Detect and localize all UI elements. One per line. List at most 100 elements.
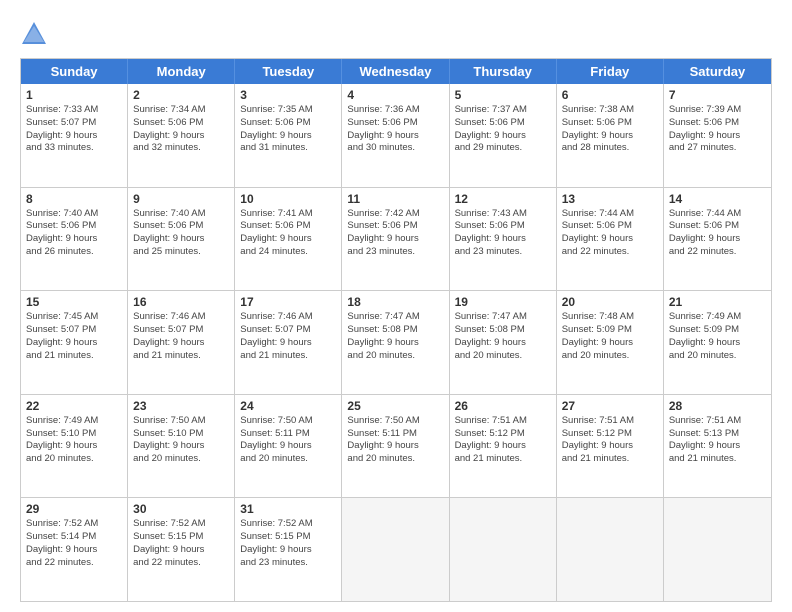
day-info-line: Sunrise: 7:43 AM [455,208,551,221]
day-info-line: Sunset: 5:15 PM [240,531,336,544]
day-info-line: and 23 minutes. [347,246,443,259]
logo-icon [20,20,48,48]
day-info-line: and 20 minutes. [26,453,122,466]
day-cell-14: 14Sunrise: 7:44 AMSunset: 5:06 PMDayligh… [664,188,771,291]
day-cell-4: 4Sunrise: 7:36 AMSunset: 5:06 PMDaylight… [342,84,449,187]
day-info-line: and 21 minutes. [562,453,658,466]
day-info-line: Sunrise: 7:46 AM [240,311,336,324]
day-info-line: Sunset: 5:10 PM [133,428,229,441]
day-number: 29 [26,502,122,516]
weekday-header-thursday: Thursday [450,59,557,84]
day-info-line: Sunrise: 7:33 AM [26,104,122,117]
day-info: Sunrise: 7:52 AMSunset: 5:14 PMDaylight:… [26,518,122,569]
day-info-line: Sunset: 5:07 PM [133,324,229,337]
day-number: 12 [455,192,551,206]
day-info-line: and 21 minutes. [669,453,766,466]
day-info: Sunrise: 7:46 AMSunset: 5:07 PMDaylight:… [133,311,229,362]
day-info-line: Daylight: 9 hours [455,337,551,350]
day-info-line: Daylight: 9 hours [240,440,336,453]
day-info-line: Daylight: 9 hours [26,337,122,350]
day-info-line: Sunrise: 7:50 AM [347,415,443,428]
day-cell-30: 30Sunrise: 7:52 AMSunset: 5:15 PMDayligh… [128,498,235,601]
day-info-line: Sunrise: 7:44 AM [669,208,766,221]
day-info-line: Daylight: 9 hours [26,233,122,246]
day-info: Sunrise: 7:44 AMSunset: 5:06 PMDaylight:… [562,208,658,259]
day-info: Sunrise: 7:51 AMSunset: 5:13 PMDaylight:… [669,415,766,466]
day-info-line: Sunrise: 7:52 AM [26,518,122,531]
day-info-line: Sunrise: 7:35 AM [240,104,336,117]
day-number: 17 [240,295,336,309]
day-cell-22: 22Sunrise: 7:49 AMSunset: 5:10 PMDayligh… [21,395,128,498]
day-info: Sunrise: 7:43 AMSunset: 5:06 PMDaylight:… [455,208,551,259]
day-info-line: Sunset: 5:08 PM [347,324,443,337]
day-info: Sunrise: 7:47 AMSunset: 5:08 PMDaylight:… [347,311,443,362]
day-cell-3: 3Sunrise: 7:35 AMSunset: 5:06 PMDaylight… [235,84,342,187]
weekday-header-tuesday: Tuesday [235,59,342,84]
day-info-line: Daylight: 9 hours [133,233,229,246]
day-info-line: Sunset: 5:06 PM [347,220,443,233]
calendar-row-3: 22Sunrise: 7:49 AMSunset: 5:10 PMDayligh… [21,394,771,498]
day-info: Sunrise: 7:50 AMSunset: 5:11 PMDaylight:… [240,415,336,466]
day-info-line: Sunrise: 7:42 AM [347,208,443,221]
day-info-line: Daylight: 9 hours [133,337,229,350]
day-info: Sunrise: 7:41 AMSunset: 5:06 PMDaylight:… [240,208,336,259]
day-info-line: Sunrise: 7:52 AM [240,518,336,531]
day-number: 14 [669,192,766,206]
day-cell-6: 6Sunrise: 7:38 AMSunset: 5:06 PMDaylight… [557,84,664,187]
day-info-line: Daylight: 9 hours [26,440,122,453]
empty-cell-4-6 [664,498,771,601]
day-info-line: Sunset: 5:06 PM [455,220,551,233]
calendar-row-4: 29Sunrise: 7:52 AMSunset: 5:14 PMDayligh… [21,497,771,601]
day-cell-1: 1Sunrise: 7:33 AMSunset: 5:07 PMDaylight… [21,84,128,187]
day-info-line: Sunrise: 7:38 AM [562,104,658,117]
day-info: Sunrise: 7:52 AMSunset: 5:15 PMDaylight:… [240,518,336,569]
day-cell-26: 26 Sunrise: 7:51 AMSunset: 5:12 PMDayligh… [450,395,557,498]
day-info-line: Sunrise: 7:41 AM [240,208,336,221]
day-info-line: and 23 minutes. [455,246,551,259]
day-cell-18: 18Sunrise: 7:47 AMSunset: 5:08 PMDayligh… [342,291,449,394]
day-info-line: Daylight: 9 hours [240,544,336,557]
day-number: 26 [455,399,551,413]
day-info-line: Daylight: 9 hours [669,130,766,143]
calendar: SundayMondayTuesdayWednesdayThursdayFrid… [20,58,772,602]
day-info-line: and 21 minutes. [240,350,336,363]
calendar-row-0: 1Sunrise: 7:33 AMSunset: 5:07 PMDaylight… [21,84,771,187]
day-info-line: Daylight: 9 hours [455,130,551,143]
day-info-line: and 22 minutes. [562,246,658,259]
day-info: Sunrise: 7:51 AMSunset: 5:12 PMDaylight:… [455,415,551,466]
day-info-line: Sunset: 5:06 PM [455,117,551,130]
day-cell-20: 20Sunrise: 7:48 AMSunset: 5:09 PMDayligh… [557,291,664,394]
weekday-header-monday: Monday [128,59,235,84]
day-info-line: Sunset: 5:13 PM [669,428,766,441]
calendar-row-1: 8Sunrise: 7:40 AMSunset: 5:06 PMDaylight… [21,187,771,291]
day-info-line: Daylight: 9 hours [133,130,229,143]
day-info-line: and 22 minutes. [26,557,122,570]
day-cell-29: 29 Sunrise: 7:52 AMSunset: 5:14 PMDayligh… [21,498,128,601]
day-info-line: and 20 minutes. [455,350,551,363]
day-info-line: Sunset: 5:06 PM [562,117,658,130]
day-info-line: Sunrise: 7:39 AM [669,104,766,117]
day-info-line: and 26 minutes. [26,246,122,259]
day-info-line: Sunrise: 7:47 AM [347,311,443,324]
day-info-line: and 32 minutes. [133,142,229,155]
day-cell-5: 5Sunrise: 7:37 AMSunset: 5:06 PMDaylight… [450,84,557,187]
day-info-line: Sunset: 5:07 PM [240,324,336,337]
day-info: Sunrise: 7:47 AMSunset: 5:08 PMDaylight:… [455,311,551,362]
day-info-line: and 21 minutes. [133,350,229,363]
day-info-line: Sunset: 5:08 PM [455,324,551,337]
day-number: 3 [240,88,336,102]
day-number: 16 [133,295,229,309]
day-info-line: and 20 minutes. [669,350,766,363]
day-info-line: Sunrise: 7:46 AM [133,311,229,324]
day-cell-31: 31Sunrise: 7:52 AMSunset: 5:15 PMDayligh… [235,498,342,601]
empty-cell-4-4 [450,498,557,601]
day-info-line: Daylight: 9 hours [347,130,443,143]
empty-cell-4-5 [557,498,664,601]
day-cell-12: 12 Sunrise: 7:43 AMSunset: 5:06 PMDayligh… [450,188,557,291]
day-info-line: Daylight: 9 hours [562,337,658,350]
day-info-line: Daylight: 9 hours [562,130,658,143]
day-info-line: Daylight: 9 hours [669,337,766,350]
day-cell-11: 11Sunrise: 7:42 AMSunset: 5:06 PMDayligh… [342,188,449,291]
day-info-line: Sunset: 5:14 PM [26,531,122,544]
day-info: Sunrise: 7:45 AMSunset: 5:07 PMDaylight:… [26,311,122,362]
